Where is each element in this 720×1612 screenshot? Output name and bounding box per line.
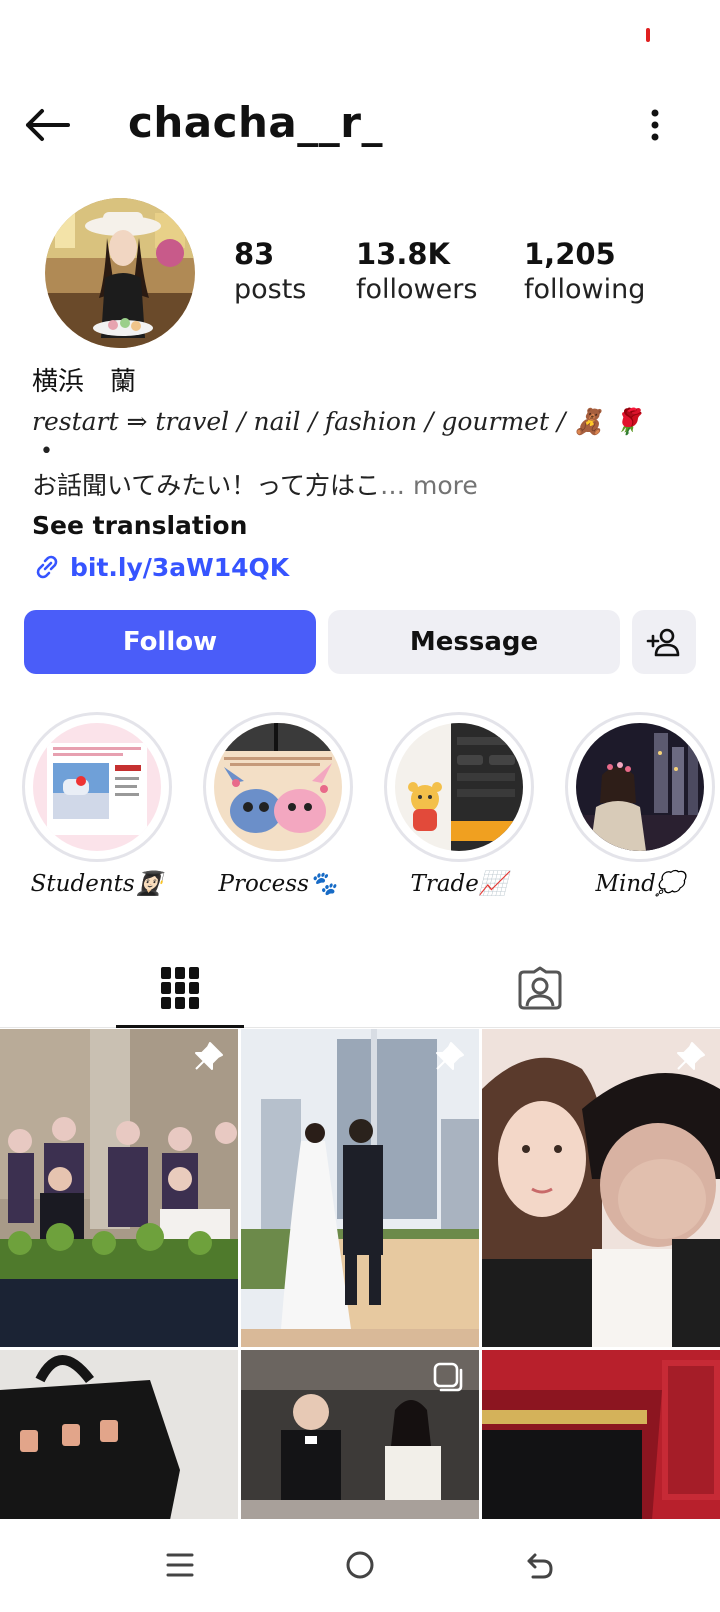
back-button[interactable]	[22, 104, 72, 146]
carousel-badge	[433, 1362, 465, 1398]
tagged-user-icon	[518, 966, 562, 1010]
bio-display-name: 横浜 蘭	[32, 367, 137, 397]
status-bar	[0, 0, 720, 60]
bio-text: お話聞いてみたい！って方はこ… more	[32, 466, 692, 506]
highlight-cover	[33, 723, 161, 851]
highlight-trade[interactable]: Trade📈	[384, 712, 534, 897]
profile-username: chacha__r_	[128, 98, 383, 147]
post-thumbnail[interactable]	[0, 1029, 238, 1347]
profile-header: chacha__r_	[0, 90, 720, 160]
following-label: following	[524, 274, 646, 305]
profile-bio: 横浜 蘭 restart ⇒ travel / nail / fashion /…	[32, 364, 692, 582]
highlight-label: Process🐾	[218, 871, 338, 897]
grid-icon	[161, 967, 199, 1009]
followers-stat[interactable]: 13.8K followers	[356, 236, 477, 308]
highlight-students[interactable]: Students👩🏻‍🎓	[22, 712, 172, 897]
see-translation-link[interactable]: See translation	[32, 508, 692, 544]
highlight-cover	[214, 723, 342, 851]
highlight-ring	[203, 712, 353, 862]
highlight-cover	[395, 723, 523, 851]
highlight-ring	[22, 712, 172, 862]
pin-icon	[195, 1042, 223, 1070]
following-count: 1,205	[524, 237, 616, 271]
highlight-mind[interactable]: Mind💭	[565, 712, 715, 897]
story-highlights: Students👩🏻‍🎓	[0, 712, 720, 902]
more-options-button[interactable]	[640, 104, 670, 146]
pin-icon	[436, 1042, 464, 1070]
bio-tagline: restart ⇒ travel / nail / fashion / gour…	[32, 407, 644, 436]
posts-stat[interactable]: 83 posts	[234, 236, 306, 308]
followers-label: followers	[356, 274, 478, 305]
post-thumbnail[interactable]	[241, 1350, 479, 1519]
active-tab-indicator	[116, 1025, 244, 1028]
home-button[interactable]	[330, 1539, 390, 1591]
bio-text-content: お話聞いてみたい！って方はこ	[32, 471, 381, 500]
home-circle-icon	[346, 1551, 374, 1579]
highlight-process[interactable]: Process🐾	[203, 712, 353, 897]
bio-ellipsis: …	[380, 471, 413, 500]
post-thumbnail[interactable]	[0, 1350, 238, 1519]
more-vertical-icon	[651, 109, 659, 141]
recent-apps-icon	[166, 1553, 194, 1577]
message-button[interactable]: Message	[328, 610, 620, 674]
suggest-users-button[interactable]	[632, 610, 696, 674]
post-image	[482, 1350, 720, 1519]
tab-tagged[interactable]	[476, 948, 604, 1028]
back-nav-icon	[527, 1553, 553, 1579]
recent-apps-button[interactable]	[150, 1539, 210, 1591]
profile-avatar[interactable]	[45, 198, 195, 348]
posts-count: 83	[234, 237, 275, 271]
post-thumbnail[interactable]	[482, 1350, 720, 1519]
highlight-ring	[565, 712, 715, 862]
pinned-badge	[192, 1041, 224, 1077]
add-user-icon	[646, 628, 680, 657]
following-stat[interactable]: 1,205 following	[524, 236, 645, 308]
posts-label: posts	[234, 274, 307, 305]
bio-more-link[interactable]: more	[413, 471, 478, 500]
carousel-icon	[433, 1362, 463, 1392]
highlight-ring	[384, 712, 534, 862]
follow-button[interactable]: Follow	[24, 610, 316, 674]
back-nav-button[interactable]	[510, 1539, 570, 1591]
posts-grid	[0, 1029, 720, 1519]
system-navigation-bar	[0, 1519, 720, 1612]
avatar-photo	[45, 198, 195, 348]
tab-posts-grid[interactable]	[116, 948, 244, 1028]
pinned-badge	[433, 1041, 465, 1077]
post-thumbnail[interactable]	[482, 1029, 720, 1347]
recording-indicator	[646, 28, 650, 42]
highlight-cover	[576, 723, 704, 851]
post-thumbnail[interactable]	[241, 1029, 479, 1347]
arrow-left-icon	[26, 109, 70, 141]
followers-count: 13.8K	[356, 237, 451, 271]
profile-tabs	[0, 948, 720, 1028]
pinned-badge	[674, 1041, 706, 1077]
bio-bullet: •	[40, 439, 53, 464]
pin-icon	[677, 1042, 705, 1070]
highlight-label: Students👩🏻‍🎓	[30, 871, 164, 897]
bio-external-link[interactable]: bit.ly/3aW14QK	[32, 552, 692, 582]
bio-link-text: bit.ly/3aW14QK	[70, 552, 290, 582]
link-icon	[36, 555, 58, 579]
highlight-label: Mind💭	[595, 871, 685, 897]
highlight-label: Trade📈	[410, 871, 508, 897]
post-image	[0, 1350, 238, 1519]
